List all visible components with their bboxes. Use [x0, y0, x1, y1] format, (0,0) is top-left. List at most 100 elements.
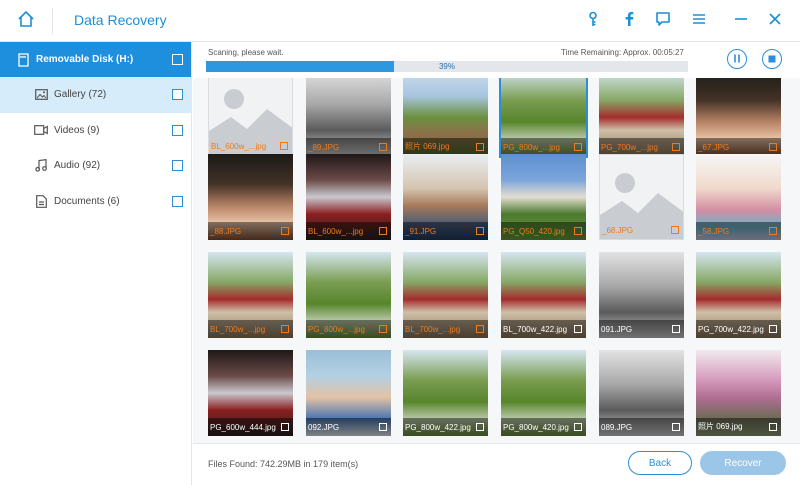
file-name: BL_700w_422.jpg [503, 325, 568, 334]
thumbnail-item[interactable]: PG_800w_...jpg [306, 252, 391, 338]
sidebar-item-videos[interactable]: Videos (9) [0, 113, 191, 149]
feedback-button[interactable] [652, 10, 674, 32]
file-name: PG_800w_422.jpg [405, 423, 471, 432]
select-file-checkbox[interactable] [769, 423, 777, 431]
sidebar-item-audio[interactable]: Audio (92) [0, 148, 191, 184]
close-button[interactable] [764, 10, 786, 32]
thumbnail-item[interactable]: _89.JPG [306, 78, 391, 156]
select-file-checkbox[interactable] [574, 227, 582, 235]
music-icon [34, 159, 48, 173]
select-file-checkbox[interactable] [379, 325, 387, 333]
thumbnail-item[interactable]: BL_600w_...jpg [208, 78, 293, 156]
select-file-checkbox[interactable] [379, 143, 387, 151]
select-gallery-checkbox[interactable] [172, 89, 183, 101]
menu-button[interactable] [688, 10, 710, 32]
thumbnail-item[interactable]: PG_800w_422.jpg [403, 350, 488, 436]
sidebar: Removable Disk (H:) Gallery (72) Videos … [0, 42, 192, 485]
thumbnail-item[interactable]: 089.JPG [599, 350, 684, 436]
register-button[interactable] [582, 10, 604, 32]
minimize-button[interactable] [730, 10, 752, 32]
thumbnail-item[interactable]: 091.JPG [599, 252, 684, 338]
select-file-checkbox[interactable] [476, 325, 484, 333]
time-remaining: Time Remaining: Approx. 00:05:27 [561, 48, 684, 57]
file-name: _88.JPG [210, 227, 242, 236]
facebook-button[interactable] [618, 10, 640, 32]
select-file-checkbox[interactable] [672, 143, 680, 151]
sidebar-item-removable-disk[interactable]: Removable Disk (H:) [0, 42, 191, 77]
file-name: _68.JPG [602, 226, 634, 235]
file-thumbnail-grid: BL_600w_...jpg _89.JPG 照片 069.jpg PG_800w_.… [193, 78, 800, 443]
select-file-checkbox[interactable] [574, 423, 582, 431]
select-file-checkbox[interactable] [672, 423, 680, 431]
thumbnail-item[interactable]: BL_700w_...jpg [208, 252, 293, 338]
thumbnail-item[interactable]: _68.JPG [599, 154, 684, 240]
thumbnail-item[interactable]: _67.JPG [696, 78, 781, 156]
select-file-checkbox[interactable] [574, 325, 582, 333]
sidebar-item-label: Gallery (72) [54, 89, 107, 101]
back-button[interactable]: Back [628, 451, 692, 475]
select-file-checkbox[interactable] [379, 423, 387, 431]
thumbnail-item[interactable]: PG_700w_...jpg [599, 78, 684, 156]
file-name: BL_600w_...jpg [308, 227, 364, 236]
file-name: PG_800w_...jpg [503, 143, 560, 152]
sidebar-item-label: Audio (92) [54, 160, 101, 172]
file-name: _91.JPG [405, 227, 437, 236]
select-disk-checkbox[interactable] [172, 54, 183, 65]
thumbnail-item[interactable]: PG_700w_422.jpg [696, 252, 781, 338]
select-file-checkbox[interactable] [476, 143, 484, 151]
thumbnail-item[interactable]: BL_700w_...jpg [403, 252, 488, 338]
sidebar-item-label: Videos (9) [54, 124, 100, 136]
select-file-checkbox[interactable] [379, 227, 387, 235]
file-name: BL_700w_...jpg [210, 325, 266, 334]
thumbnail-item[interactable]: PG_600w_444.jpg [208, 350, 293, 436]
select-documents-checkbox[interactable] [172, 195, 183, 207]
image-icon [34, 88, 48, 102]
thumbnail-item[interactable]: _88.JPG [208, 154, 293, 240]
file-name: PG_700w_...jpg [601, 143, 658, 152]
select-file-checkbox[interactable] [672, 325, 680, 333]
divider [52, 8, 53, 34]
minimize-icon [734, 12, 748, 31]
thumbnail-item[interactable]: _91.JPG [403, 154, 488, 240]
thumbnail-item[interactable]: BL_700w_422.jpg [501, 252, 586, 338]
select-file-checkbox[interactable] [476, 423, 484, 431]
pause-button[interactable] [727, 49, 747, 69]
title-bar: Data Recovery [0, 0, 800, 42]
select-file-checkbox[interactable] [281, 423, 289, 431]
select-file-checkbox[interactable] [769, 143, 777, 151]
sidebar-item-gallery[interactable]: Gallery (72) [0, 77, 191, 113]
select-file-checkbox[interactable] [280, 142, 288, 150]
file-name: PG_800w_...jpg [308, 325, 365, 334]
select-file-checkbox[interactable] [281, 227, 289, 235]
select-file-checkbox[interactable] [574, 143, 582, 151]
file-name: BL_600w_...jpg [211, 142, 267, 151]
sidebar-item-label: Removable Disk (H:) [36, 54, 134, 65]
thumbnail-item[interactable]: PG_800w_...jpg [499, 78, 588, 158]
thumbnail-item[interactable]: PG_800w_420.jpg [501, 350, 586, 436]
files-found-summary: Files Found: 742.29MB in 179 item(s) [208, 459, 359, 469]
select-file-checkbox[interactable] [671, 226, 679, 234]
file-name: PG_Q50_420.jpg [503, 227, 565, 236]
select-file-checkbox[interactable] [476, 227, 484, 235]
file-name: _89.JPG [308, 143, 340, 152]
thumbnail-item[interactable]: 照片 069.jpg [403, 78, 488, 156]
select-file-checkbox[interactable] [769, 227, 777, 235]
thumbnail-item[interactable]: PG_Q50_420.jpg [501, 154, 586, 240]
thumbnail-item[interactable]: 092.JPG [306, 350, 391, 436]
select-file-checkbox[interactable] [281, 325, 289, 333]
thumbnail-item[interactable]: 照片 069.jpg [696, 350, 781, 436]
select-file-checkbox[interactable] [769, 325, 777, 333]
stop-button[interactable] [762, 49, 782, 69]
select-videos-checkbox[interactable] [172, 124, 183, 136]
thumbnail-item[interactable]: _58.JPG [696, 154, 781, 240]
recover-button[interactable]: Recover [700, 451, 786, 475]
file-name: PG_800w_420.jpg [503, 423, 569, 432]
thumbnail-item[interactable]: BL_600w_...jpg [306, 154, 391, 240]
app-title: Data Recovery [74, 12, 167, 28]
scan-status: Scaning, please wait. [208, 48, 284, 57]
file-name: 089.JPG [601, 423, 633, 432]
sidebar-item-documents[interactable]: Documents (6) [0, 184, 191, 220]
home-button[interactable] [0, 0, 52, 42]
file-name: _67.JPG [698, 143, 730, 152]
select-audio-checkbox[interactable] [172, 160, 183, 172]
